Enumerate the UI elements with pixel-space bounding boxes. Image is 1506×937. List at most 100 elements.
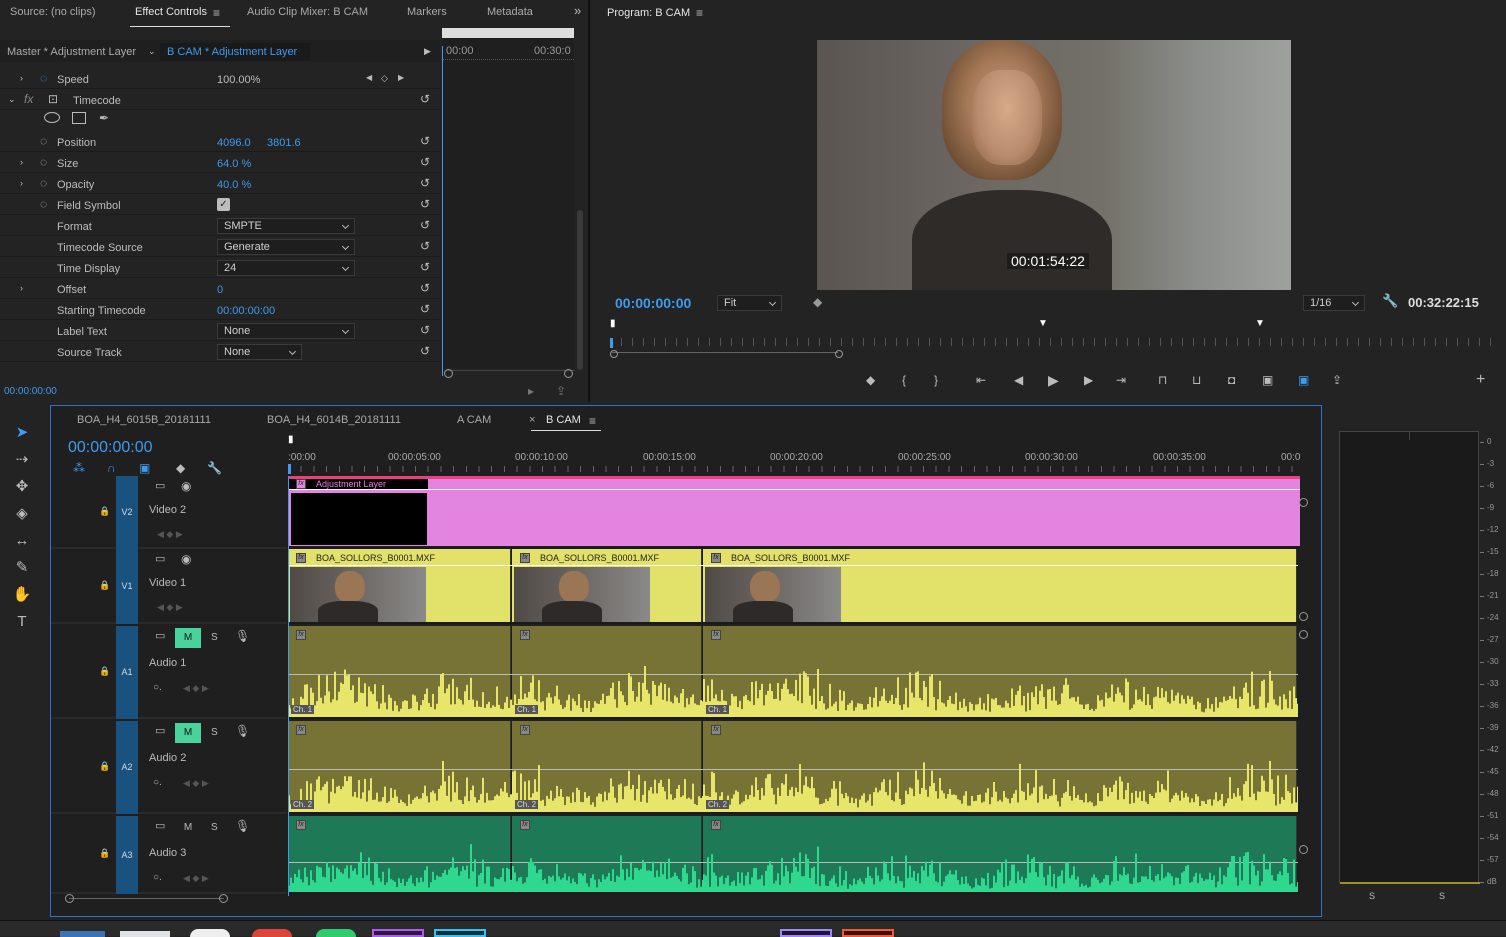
reset-icon[interactable]: ↺ — [420, 303, 430, 315]
zoom-handle-left[interactable] — [65, 894, 74, 903]
volume-keyframe-icon[interactable]: ○. — [153, 682, 162, 694]
fit-dropdown[interactable]: Fit — [717, 295, 782, 311]
property-value[interactable]: 100.00% — [217, 74, 260, 86]
track-name[interactable]: Audio 2 — [149, 752, 186, 764]
snap-icon[interactable]: ∩ — [107, 462, 116, 474]
volume-keyframe-icon[interactable]: ○. — [153, 777, 162, 789]
mute-button[interactable]: M — [175, 818, 201, 838]
tab-seq-6014b[interactable]: BOA_H4_6014B_20181111 — [267, 414, 401, 426]
audio-clip[interactable]: fx Ch. 1 — [512, 626, 703, 717]
program-video-frame[interactable]: 00:01:54:22 — [817, 40, 1291, 290]
mute-button[interactable]: M — [175, 628, 201, 648]
master-clip-label[interactable]: Master * Adjustment Layer — [7, 46, 136, 58]
playhead-line[interactable] — [442, 46, 443, 376]
microphone-icon[interactable]: 🎙 — [235, 725, 250, 737]
reset-icon[interactable]: ↺ — [420, 345, 430, 357]
go-to-out-icon[interactable]: ⇥ — [1116, 374, 1126, 386]
hand-tool-icon[interactable]: ✋ — [10, 584, 34, 606]
panel-menu-icon[interactable]: ≡ — [213, 7, 220, 19]
toggle-sync-lock-icon[interactable]: ▭ — [155, 480, 165, 492]
ripple-edit-tool-icon[interactable]: ✥ — [10, 476, 34, 498]
marker-icon[interactable]: ◆ — [813, 296, 822, 308]
panel-menu-icon[interactable]: ≡ — [589, 415, 596, 427]
lock-icon[interactable]: 🔒 — [99, 579, 110, 591]
filter-icon[interactable]: ▸ — [528, 385, 534, 397]
step-back-icon[interactable]: ◀ — [1014, 374, 1023, 386]
mark-in-icon[interactable]: { — [902, 374, 906, 386]
chevron-down-icon[interactable]: ⌄ — [148, 45, 156, 57]
track-header-a1[interactable]: 🔒 A1 ▭ M S 🎙 Audio 1 ○. ◀ ◆ ▶ — [51, 626, 287, 719]
solo-button[interactable]: S — [211, 727, 218, 738]
track-content-v1[interactable]: BOA_SOLLORS_B0001.MXF fx BOA_SOLLORS_B00… — [288, 549, 1300, 624]
wrench-icon[interactable]: 🔧 — [207, 462, 222, 474]
track-name[interactable]: Video 2 — [149, 504, 186, 516]
audio-clip[interactable]: fx — [703, 816, 1298, 892]
proxy-toggle-icon[interactable]: ▣ — [1298, 374, 1309, 386]
track-select-tool-icon[interactable]: ⇢ — [10, 449, 34, 471]
pen-tool-icon[interactable]: ✎ — [10, 557, 34, 579]
toggle-sync-lock-icon[interactable]: ▭ — [155, 725, 165, 737]
track-header-a2[interactable]: 🔒 A2 ▭ M S 🎙 Audio 2 ○. ◀ ◆ ▶ — [51, 721, 287, 814]
fx-badge-icon[interactable]: fx — [296, 479, 306, 489]
go-to-in-icon[interactable]: ⇤ — [976, 374, 986, 386]
timeline-ruler[interactable]: ▮ :00:00 00:00:05:00 00:00:10:00 00:00:15:0… — [288, 434, 1300, 476]
next-keyframe-icon[interactable]: ▶ — [398, 72, 404, 84]
audio-clip[interactable]: fx Ch. 2 — [288, 721, 512, 812]
track-target[interactable]: A3 — [116, 816, 138, 894]
track-dropdown[interactable]: None — [217, 344, 302, 360]
stopwatch-icon[interactable]: ◌ — [40, 156, 47, 168]
track-header-v2[interactable]: 🔒 V2 ▭ ◉ Video 2 ◀ ◆ ▶ — [51, 476, 287, 549]
resolution-dropdown[interactable]: 1/16 — [1303, 295, 1365, 311]
keyframe-nav-icon[interactable]: ◀ ◆ ▶ — [157, 601, 183, 613]
add-button-icon[interactable]: + — [1476, 372, 1485, 388]
tab-seq-a-cam[interactable]: A CAM — [457, 414, 491, 426]
microphone-icon[interactable]: 🎙 — [235, 630, 250, 642]
keyframe-nav-icon[interactable]: ◀ ◆ ▶ — [157, 528, 183, 540]
fx-badge-icon[interactable]: fx — [296, 820, 306, 830]
rectangle-mask-icon[interactable] — [72, 112, 86, 124]
track-scroll-handle[interactable] — [1299, 845, 1308, 854]
program-title[interactable]: Program: B CAM — [607, 7, 690, 19]
stopwatch-icon[interactable]: ◌ — [40, 177, 47, 189]
lock-icon[interactable]: 🔒 — [99, 847, 110, 859]
more-tabs-icon[interactable]: » — [574, 4, 581, 17]
adjustment-layer-clip[interactable]: Adjustment Layer fx — [288, 476, 1300, 546]
reset-icon[interactable]: ↺ — [420, 93, 430, 105]
solo-left-button[interactable]: S — [1369, 891, 1375, 901]
audio-clip[interactable]: fx Ch. 1 — [288, 626, 512, 717]
fx-badge-icon[interactable]: fx — [296, 553, 306, 563]
prev-keyframe-icon[interactable]: ◀ — [366, 72, 372, 84]
export-icon[interactable]: ⇪ — [556, 385, 566, 397]
property-value[interactable]: 00:00:00:00 — [217, 305, 275, 317]
extract-icon[interactable]: ⊔ — [1192, 374, 1201, 386]
selection-tool-icon[interactable]: ➤ — [10, 422, 34, 444]
add-marker-icon[interactable]: ◆ — [176, 462, 185, 474]
linked-selection-icon[interactable]: ▣ — [139, 462, 150, 474]
property-value[interactable]: 64.0 % — [217, 158, 251, 170]
reset-icon[interactable]: ↺ — [420, 282, 430, 294]
property-value[interactable]: 40.0 % — [217, 179, 251, 191]
track-target[interactable]: V2 — [116, 476, 138, 549]
stopwatch-icon[interactable]: ◌ — [40, 135, 47, 147]
track-name[interactable]: Audio 3 — [149, 847, 186, 859]
export-frame-icon[interactable]: ⇪ — [1332, 374, 1342, 386]
microphone-icon[interactable]: 🎙 — [235, 820, 250, 832]
track-content-a3[interactable]: fx fx fx — [288, 816, 1300, 894]
format-dropdown[interactable]: SMPTE — [217, 218, 355, 234]
track-target[interactable]: V1 — [116, 549, 138, 624]
fx-badge-icon[interactable]: fx — [520, 630, 530, 640]
track-name[interactable]: Video 1 — [149, 577, 186, 589]
track-content-a1[interactable]: fx Ch. 1 fx Ch. 1 fx Ch. 1 — [288, 626, 1300, 719]
tab-markers[interactable]: Markers — [407, 6, 447, 18]
fx-badge-icon[interactable]: fx — [520, 820, 530, 830]
field-symbol-checkbox[interactable]: ✓ — [217, 198, 230, 211]
reset-icon[interactable]: ↺ — [420, 135, 430, 147]
track-content-a2[interactable]: fx Ch. 2 fx Ch. 2 fx Ch. 2 — [288, 721, 1300, 814]
reset-icon[interactable]: ↺ — [420, 261, 430, 273]
track-scroll-handle[interactable] — [1299, 630, 1308, 639]
solo-right-button[interactable]: S — [1439, 891, 1445, 901]
ec-current-time[interactable]: 00:00:00:00 — [4, 386, 57, 397]
stopwatch-icon[interactable]: ◌ — [40, 198, 47, 210]
camera-icon[interactable]: ◘ — [1228, 374, 1235, 386]
audio-clip[interactable]: fx — [512, 816, 703, 892]
